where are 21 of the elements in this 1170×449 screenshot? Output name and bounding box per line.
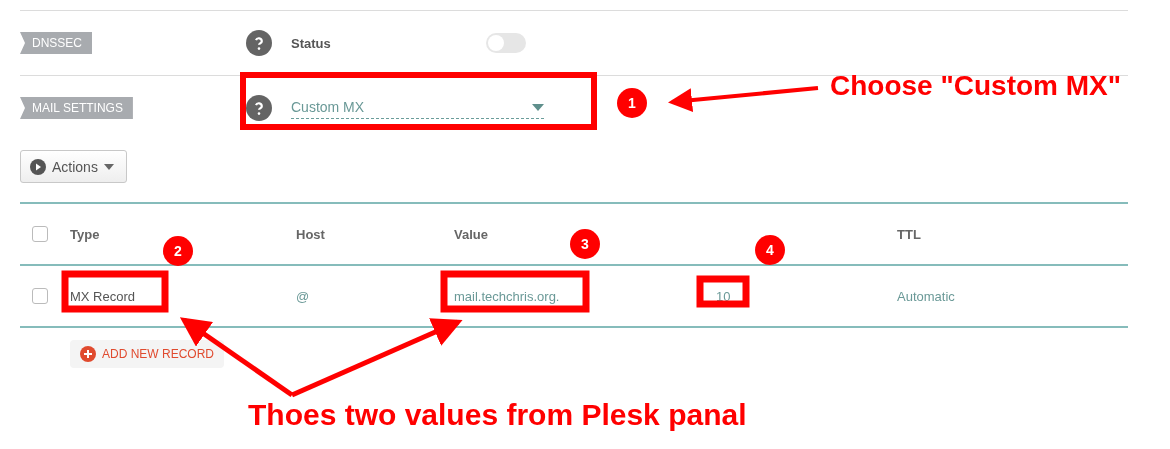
step-marker: 3 bbox=[570, 229, 600, 259]
table-cell: mail.techchris.org. bbox=[454, 288, 560, 304]
column-header: TTL bbox=[897, 226, 922, 242]
actions-button[interactable]: Actions bbox=[20, 150, 127, 183]
table-cell: @ bbox=[296, 288, 310, 304]
table-cell: 10 bbox=[716, 288, 731, 304]
step-marker: 2 bbox=[163, 236, 193, 266]
step-marker: 4 bbox=[755, 235, 785, 265]
table-cell: MX Record bbox=[70, 288, 136, 304]
section-tag: MAIL SETTINGS bbox=[20, 97, 133, 119]
column-header: Type bbox=[70, 226, 101, 242]
add-record-button[interactable]: ADD NEW RECORD bbox=[70, 340, 224, 368]
column-header: Value bbox=[454, 226, 489, 242]
step-marker: 1 bbox=[617, 88, 647, 118]
annotation-text: Thoes two values from Plesk panal bbox=[248, 398, 747, 432]
table-cell: Automatic bbox=[897, 288, 955, 304]
mail-select[interactable]: Custom MX bbox=[291, 97, 544, 119]
annotation-text: Choose "Custom MX" bbox=[830, 70, 1121, 102]
section-tag: DNSSEC bbox=[20, 32, 92, 54]
field-label: Status bbox=[291, 35, 332, 51]
column-header: Host bbox=[296, 226, 326, 242]
